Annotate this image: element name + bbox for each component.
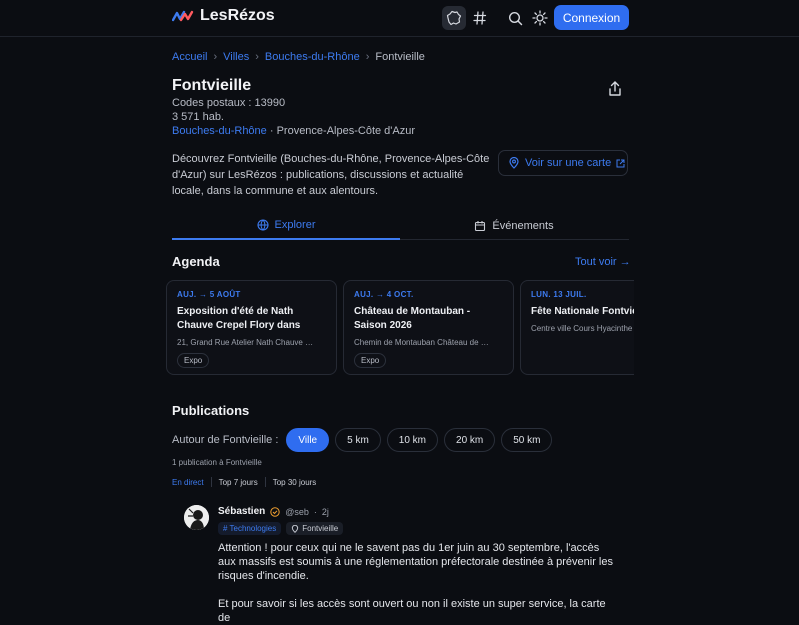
department-link[interactable]: Bouches-du-Rhône (172, 125, 267, 137)
chip-ville[interactable]: Ville (286, 428, 330, 452)
logo[interactable]: LesRézos (172, 7, 275, 25)
agenda-carousel: AUJ. → 5 AOÛT Exposition d'été de Nath C… (166, 280, 634, 375)
post-tags: # Technologies Fontvieille (218, 522, 344, 535)
event-tag: Expo (177, 353, 210, 368)
postal-codes: Codes postaux : 13990 (172, 97, 286, 109)
event-card[interactable]: LUN. 13 JUIL. Fête Nationale Fontvieille… (520, 280, 634, 375)
author-name[interactable]: Sébastien (218, 506, 265, 517)
breadcrumb-current: Fontvieille (375, 51, 425, 63)
globe-icon (256, 219, 269, 231)
map-pin-icon (292, 524, 299, 533)
event-date: AUJ. → 5 AOÛT (177, 290, 241, 299)
see-all-link[interactable]: Tout voir → (575, 256, 631, 268)
verified-badge-icon (270, 506, 280, 517)
post-paragraph: Et pour savoir si les accès sont ouvert … (218, 598, 606, 624)
author-handle: @seb (285, 506, 309, 517)
event-date: LUN. 13 JUIL. (531, 290, 587, 299)
chip-5km[interactable]: 5 km (335, 428, 381, 452)
chip-50km[interactable]: 50 km (501, 428, 553, 452)
separator-dot: · (313, 506, 317, 517)
chip-20km[interactable]: 20 km (444, 428, 496, 452)
sort-top7[interactable]: Top 7 jours (212, 478, 265, 487)
view-map-button[interactable]: Voir sur une carte (498, 150, 628, 176)
event-card[interactable]: AUJ. → 4 OCT. Château de Montauban - Sai… (343, 280, 514, 375)
connexion-button[interactable]: Connexion (554, 5, 629, 30)
event-title: Château de Montauban - Saison 2026 (354, 306, 471, 331)
search-icon[interactable] (503, 6, 527, 30)
city-description: Découvrez Fontvieille (Bouches-du-Rhône,… (172, 153, 490, 197)
chevron-right-icon: › (365, 51, 370, 63)
map-pin-icon (509, 157, 519, 169)
population: 3 571 hab. (172, 111, 224, 123)
post-body: Attention ! pour ceux qui ne le savent p… (218, 541, 618, 625)
tab-bar: Explorer Événements (172, 212, 629, 240)
radius-filters: Autour de Fontvieille : Ville 5 km 10 km… (172, 428, 553, 452)
tab-evenements[interactable]: Événements (400, 212, 628, 240)
logo-mark-icon (172, 10, 194, 22)
map-france-icon[interactable] (442, 6, 466, 30)
event-title: Exposition d'été de Nath Chauve Crepel F… (177, 306, 301, 331)
region-line: Bouches-du-Rhône · Provence-Alpes-Côte d… (172, 125, 415, 137)
sort-top30[interactable]: Top 30 jours (266, 478, 324, 487)
event-location: 21, Grand Rue Atelier Nath Chauve … (177, 338, 314, 347)
sort-live[interactable]: En direct (172, 478, 211, 487)
event-location: Chemin de Montauban Château de … (354, 338, 489, 347)
breadcrumb-department[interactable]: Bouches-du-Rhône (265, 51, 360, 63)
post-age: 2j (321, 506, 329, 517)
region-text: · Provence-Alpes-Côte d'Azur (266, 125, 416, 137)
chevron-right-icon: › (255, 51, 259, 63)
breadcrumb-villes[interactable]: Villes (223, 51, 249, 63)
event-tag: Expo (354, 353, 387, 368)
breadcrumb: Accueil › Villes › Bouches-du-Rhône › Fo… (172, 51, 425, 63)
logo-text: LesRézos (200, 7, 275, 24)
publications-title: Publications (172, 403, 250, 418)
tab-explorer[interactable]: Explorer (172, 212, 400, 240)
hashtag-icon[interactable] (468, 6, 492, 30)
sort-options: En direct Top 7 jours Top 30 jours (172, 477, 323, 487)
post-paragraph: Attention ! pour ceux qui ne le savent p… (218, 542, 613, 582)
post-author-line: Sébastien @seb · 2j (218, 506, 329, 517)
chip-10km[interactable]: 10 km (386, 428, 439, 452)
chevron-right-icon: › (213, 51, 218, 63)
avatar[interactable] (184, 505, 209, 530)
view-map-label: Voir sur une carte (525, 157, 612, 169)
breadcrumb-accueil[interactable]: Accueil (172, 51, 207, 63)
filter-label: Autour de Fontvieille : (172, 434, 279, 446)
event-card[interactable]: AUJ. → 5 AOÛT Exposition d'été de Nath C… (166, 280, 337, 375)
event-date: AUJ. → 4 OCT. (354, 290, 414, 299)
calendar-icon (475, 221, 486, 232)
tab-explorer-label: Explorer (274, 219, 316, 231)
tab-evenements-label: Événements (492, 220, 554, 232)
sun-icon[interactable] (528, 6, 552, 30)
agenda-title: Agenda (172, 254, 220, 269)
publication-count: 1 publication à Fontvieille (172, 458, 262, 467)
event-location: Centre ville Cours Hyacinthe (531, 324, 633, 333)
place-tag-label: Fontvieille (302, 524, 339, 533)
topic-tag[interactable]: # Technologies (218, 522, 282, 535)
share-icon[interactable] (606, 80, 624, 98)
event-title: Fête Nationale Fontvieille (531, 306, 634, 317)
external-link-icon (616, 159, 625, 167)
top-bar: LesRézos Connexion (0, 0, 799, 37)
place-tag[interactable]: Fontvieille (286, 522, 344, 535)
page-title: Fontvieille (172, 77, 252, 94)
